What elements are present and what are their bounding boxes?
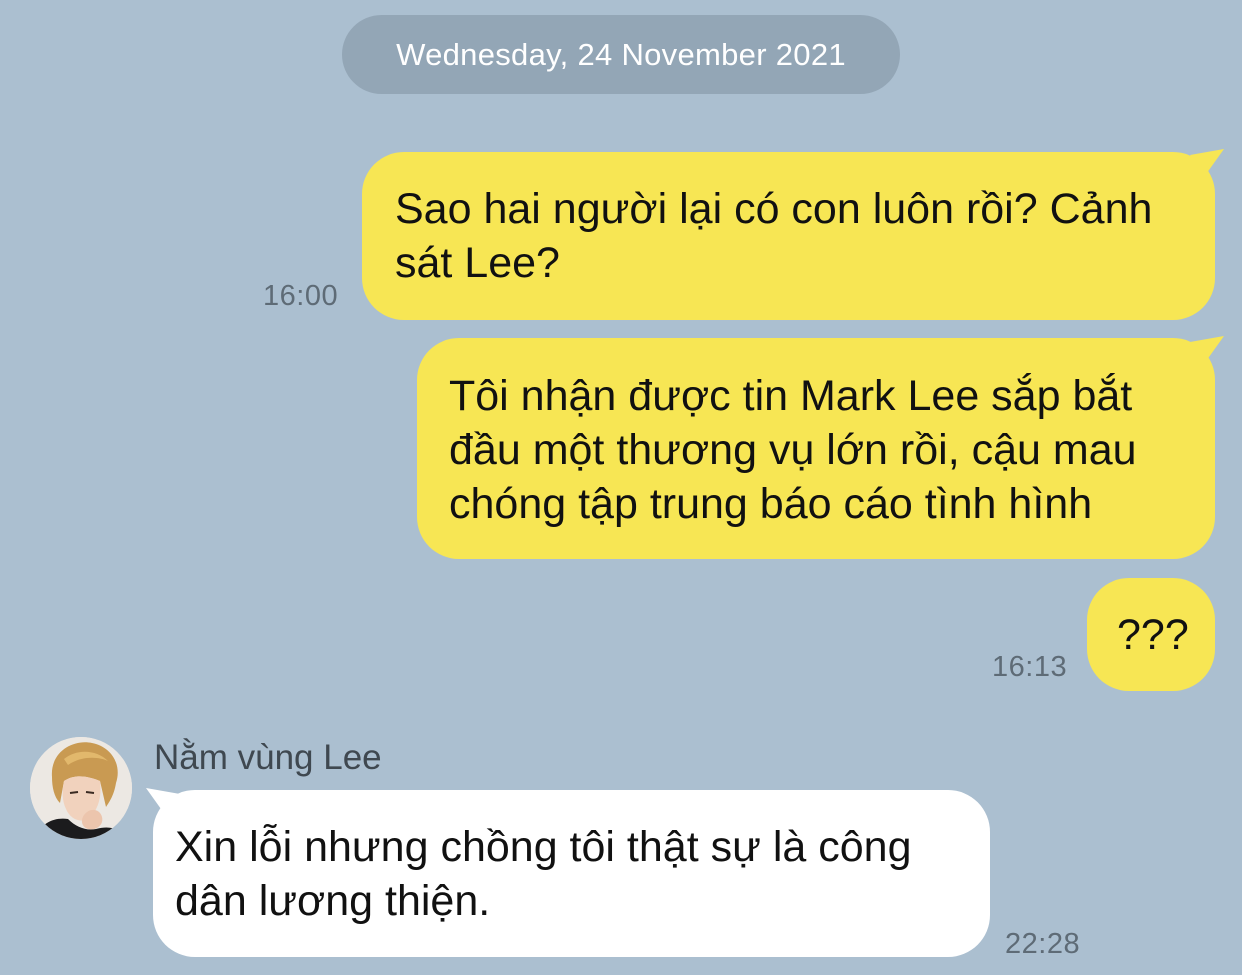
message-timestamp: 22:28	[1005, 928, 1081, 960]
outgoing-message-bubble[interactable]: ???	[1087, 578, 1215, 691]
message-text: Tôi nhận được tin Mark Lee sắp bắt đầu m…	[449, 372, 1137, 528]
message-text: ???	[1117, 611, 1189, 659]
message-text: Sao hai người lại có con luôn rồi? Cảnh …	[395, 185, 1153, 287]
incoming-message-bubble[interactable]: Xin lỗi nhưng chồng tôi thật sự là công …	[153, 790, 990, 957]
outgoing-message-bubble[interactable]: Tôi nhận được tin Mark Lee sắp bắt đầu m…	[417, 338, 1215, 559]
contact-avatar[interactable]	[30, 737, 132, 839]
message-text: Xin lỗi nhưng chồng tôi thật sự là công …	[175, 823, 912, 925]
outgoing-message-bubble[interactable]: Sao hai người lại có con luôn rồi? Cảnh …	[362, 152, 1215, 320]
date-separator: Wednesday, 24 November 2021	[342, 15, 900, 94]
message-timestamp: 16:13	[992, 651, 1068, 683]
bubble-tail	[146, 788, 180, 816]
message-timestamp: 16:00	[263, 280, 339, 312]
bubble-tail	[1190, 336, 1224, 364]
bubble-tail	[1190, 149, 1224, 177]
date-separator-label: Wednesday, 24 November 2021	[396, 36, 846, 72]
sender-name: Nằm vùng Lee	[154, 738, 382, 777]
avatar-image	[30, 737, 132, 839]
